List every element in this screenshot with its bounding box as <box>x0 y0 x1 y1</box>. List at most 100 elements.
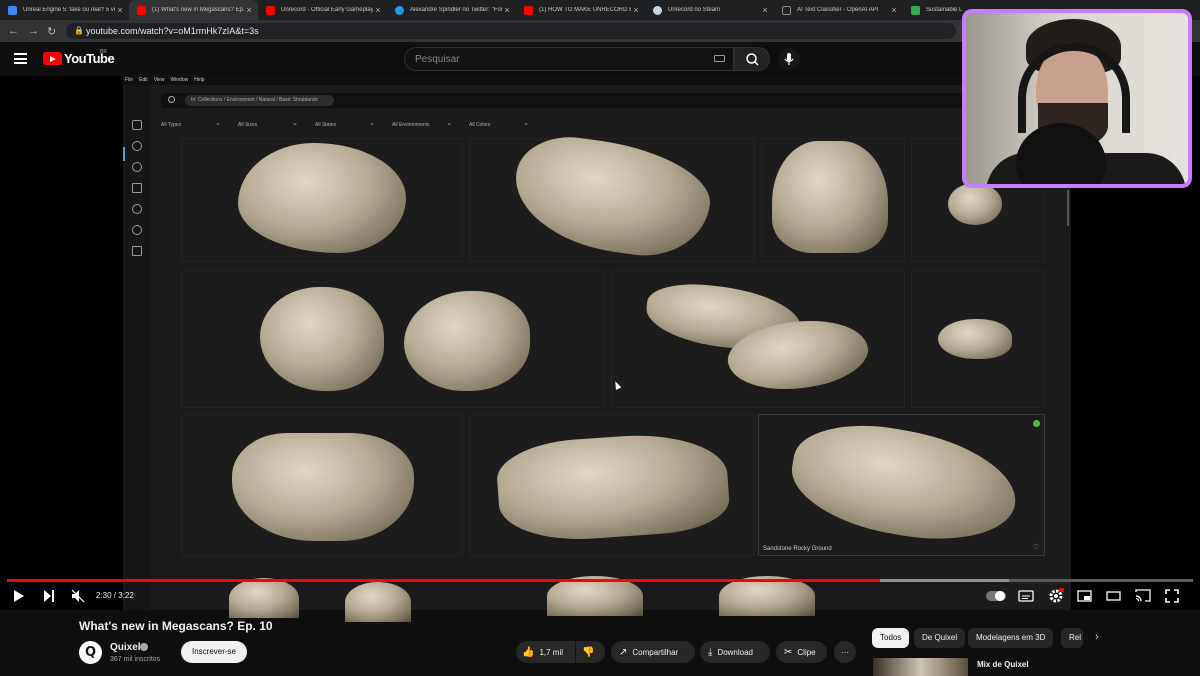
download-button[interactable]: ⤓ Download <box>700 641 770 663</box>
fullscreen-icon[interactable] <box>1165 589 1179 603</box>
forward-icon[interactable]: → <box>28 25 39 37</box>
heart-icon <box>132 225 142 235</box>
clip-label: Clipe <box>797 647 816 657</box>
app-filter-row: All Types All Sizes All States All Envir… <box>161 119 529 128</box>
share-icon: ↗ <box>619 646 628 658</box>
clip-button[interactable]: ✂ Clipe <box>776 641 827 663</box>
channel-name[interactable]: Quixel <box>110 642 141 653</box>
share-button[interactable]: ↗ Compartilhar <box>611 641 695 663</box>
video-title: What's new in Megascans? Ep. 10 <box>79 619 273 633</box>
cast-icon[interactable] <box>1135 589 1151 602</box>
chip-all[interactable]: Todos <box>872 628 910 648</box>
filter-environments: All Environments <box>392 119 452 128</box>
browser-tab[interactable]: Alexandre Spindler no Twitter: "For th × <box>387 0 516 20</box>
youtube-icon <box>266 5 275 15</box>
rock-image <box>232 433 414 541</box>
close-tab-icon[interactable]: × <box>244 5 254 15</box>
close-tab-icon[interactable]: × <box>889 5 899 15</box>
search-input[interactable]: Pesquisar <box>404 47 734 71</box>
region-label: BR <box>100 49 107 55</box>
asset-tile-selected: Sandstone Rocky Ground ♡ <box>758 412 1045 556</box>
browser-tab[interactable]: (1) HOW TO MAKE UNRECORD BODY× <box>516 0 645 20</box>
browser-tab[interactable]: Unreal Engine 5: fake ou real? 5 vide × <box>0 0 129 20</box>
url-field[interactable]: 🔒 youtube.com/watch?v=oM1rmHk7zIA&t=3s <box>66 23 956 39</box>
twitter-icon <box>395 5 404 15</box>
channel-avatar[interactable] <box>79 641 102 664</box>
up-next-thumbnail[interactable] <box>873 658 968 676</box>
subscribe-button[interactable]: Inscrever-se <box>181 641 247 663</box>
rock-image <box>260 287 384 391</box>
filter-states: All States <box>315 119 375 128</box>
close-tab-icon[interactable]: × <box>115 5 125 15</box>
like-count: 1,7 mil <box>539 647 564 657</box>
rock-image <box>783 412 1025 554</box>
user-icon <box>132 162 142 172</box>
miniplayer-icon[interactable] <box>1077 590 1092 602</box>
menu-icon[interactable] <box>14 53 27 64</box>
asset-tile <box>181 270 605 408</box>
more-actions-button[interactable]: ··· <box>834 641 856 663</box>
app-scrollbar <box>1067 190 1069 226</box>
lock-icon: 🔒 <box>74 26 84 35</box>
next-icon[interactable] <box>43 589 55 603</box>
search-icon <box>168 96 175 103</box>
chip-from-quixel[interactable]: De Quixel <box>914 628 966 648</box>
app-search-bar: In: Collections / Environment / Natural … <box>161 93 1061 108</box>
menu-item-file: File <box>125 77 134 83</box>
browser-tab[interactable]: Unrecord no Steam × <box>645 0 774 20</box>
asset-tile <box>911 270 1045 408</box>
close-tab-icon[interactable]: × <box>631 5 641 15</box>
voice-search-button[interactable] <box>778 48 800 70</box>
sidebar-selection-marker <box>123 147 125 161</box>
reload-icon[interactable]: ↻ <box>47 25 56 38</box>
autoplay-toggle[interactable] <box>986 591 1006 601</box>
download-label: Download <box>717 647 753 657</box>
settings-icon[interactable] <box>1048 588 1064 604</box>
app-sidebar <box>123 85 151 610</box>
browser-tab[interactable]: AI Text Classifier - OpenAI API × <box>774 0 903 20</box>
verified-icon <box>140 643 148 651</box>
steam-icon <box>653 5 662 15</box>
like-button[interactable]: 👍 1,7 mil <box>516 641 575 663</box>
rock-image <box>507 129 717 265</box>
rock-image <box>948 183 1002 225</box>
close-tab-icon[interactable]: × <box>760 5 770 15</box>
close-tab-icon[interactable]: × <box>502 5 512 15</box>
chevron-right-icon[interactable]: › <box>1095 631 1099 643</box>
box-icon <box>132 183 142 193</box>
browser-tab-active[interactable]: (1) What's new in Megascans? Ep. 10 × <box>129 0 258 20</box>
asset-name-label: Sandstone Rocky Ground <box>763 546 832 552</box>
back-icon[interactable]: ← <box>8 25 19 37</box>
seek-bar[interactable] <box>7 579 1193 582</box>
close-tab-icon[interactable]: × <box>373 5 383 15</box>
up-next-title[interactable]: Mix de Quixel <box>977 660 1029 669</box>
chip-3d-modeling[interactable]: Modelagens em 3D <box>968 628 1054 648</box>
rock-image <box>404 291 530 391</box>
favorite-icon: ♡ <box>1033 544 1040 551</box>
youtube-icon <box>524 5 533 15</box>
thumbs-down-icon: 👎 <box>582 646 595 658</box>
play-icon[interactable] <box>13 589 25 603</box>
downloaded-indicator <box>1033 420 1040 427</box>
keyboard-icon[interactable] <box>714 55 725 62</box>
rock-image <box>494 429 732 545</box>
time-display: 2:30 / 3:22 <box>96 591 134 600</box>
app-menu-bar: File Edit View Window Help <box>123 76 1071 85</box>
player-controls: 2:30 / 3:22 <box>0 584 1200 608</box>
search-button[interactable] <box>734 47 770 71</box>
filter-colors: All Colors <box>469 119 529 128</box>
docs-icon <box>8 5 17 15</box>
dislike-button[interactable]: 👎 <box>576 641 605 663</box>
chip-related[interactable]: Rel <box>1061 628 1083 648</box>
filter-sizes: All Sizes <box>238 119 298 128</box>
filter-types: All Types <box>161 119 221 128</box>
theater-mode-icon[interactable] <box>1106 591 1121 601</box>
collection-filter-chip: In: Collections / Environment / Natural … <box>185 95 335 106</box>
subtitles-icon[interactable] <box>1018 590 1034 602</box>
browser-tab[interactable]: Unrecord - Official Early Gameplay Tr × <box>258 0 387 20</box>
globe-icon <box>132 141 142 151</box>
menu-item-help: Help <box>194 77 205 83</box>
monitor-icon <box>132 246 142 256</box>
mute-icon[interactable] <box>71 589 85 603</box>
youtube-logo-icon[interactable] <box>43 52 62 65</box>
